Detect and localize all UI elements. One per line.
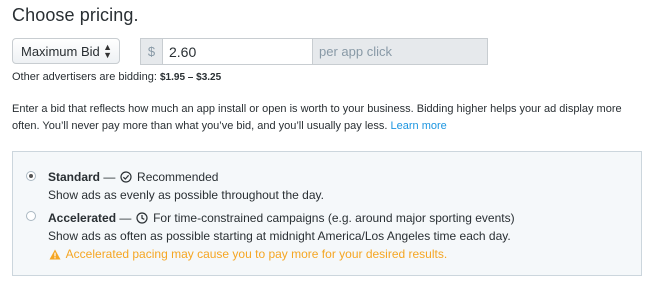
accelerated-radio[interactable] [26,211,36,221]
clock-icon [136,212,148,224]
accelerated-title: Accelerated [48,211,117,225]
currency-symbol: $ [140,38,162,65]
page-title: Choose pricing. [12,5,139,25]
pacing-options-panel: Standard — Recommended Show ads as evenl… [12,151,642,276]
chevron-up-down-icon: ▲ ▼ [103,42,112,60]
standard-tag: Recommended [137,170,219,184]
competitor-bids-label: Other advertisers are bidding: [12,71,157,83]
bid-description: Enter a bid that reflects how much an ap… [12,101,652,135]
bid-unit-label: per app click [312,38,488,65]
bid-amount-input[interactable] [162,38,312,65]
bid-amount-group: $ per app click [140,38,488,65]
standard-description: Show ads as evenly as possible throughou… [48,188,324,202]
accelerated-warning-text: Accelerated pacing may cause you to pay … [65,247,448,261]
accelerated-dash: — [119,211,132,225]
check-circle-icon [120,171,132,183]
bid-description-text: Enter a bid that reflects how much an ap… [12,103,622,132]
accelerated-warning: Accelerated pacing may cause you to pay … [48,247,447,261]
accelerated-tag: For time-constrained campaigns (e.g. aro… [153,211,515,225]
accelerated-description: Show ads as often as possible starting a… [48,229,511,243]
standard-header: Standard — Recommended [48,170,218,184]
bid-type-value: Maximum Bid [21,43,100,59]
learn-more-link[interactable]: Learn more [391,120,447,132]
competitor-bids: Other advertisers are bidding: $1.95 – $… [12,71,221,83]
standard-dash: — [103,170,116,184]
competitor-bids-range: $1.95 – $3.25 [159,72,222,83]
warning-icon [49,249,61,260]
bid-type-select[interactable]: Maximum Bid ▲ ▼ [12,38,120,64]
standard-radio[interactable] [26,171,36,181]
accelerated-header: Accelerated — For time-constrained campa… [48,211,515,225]
standard-title: Standard [48,170,101,184]
